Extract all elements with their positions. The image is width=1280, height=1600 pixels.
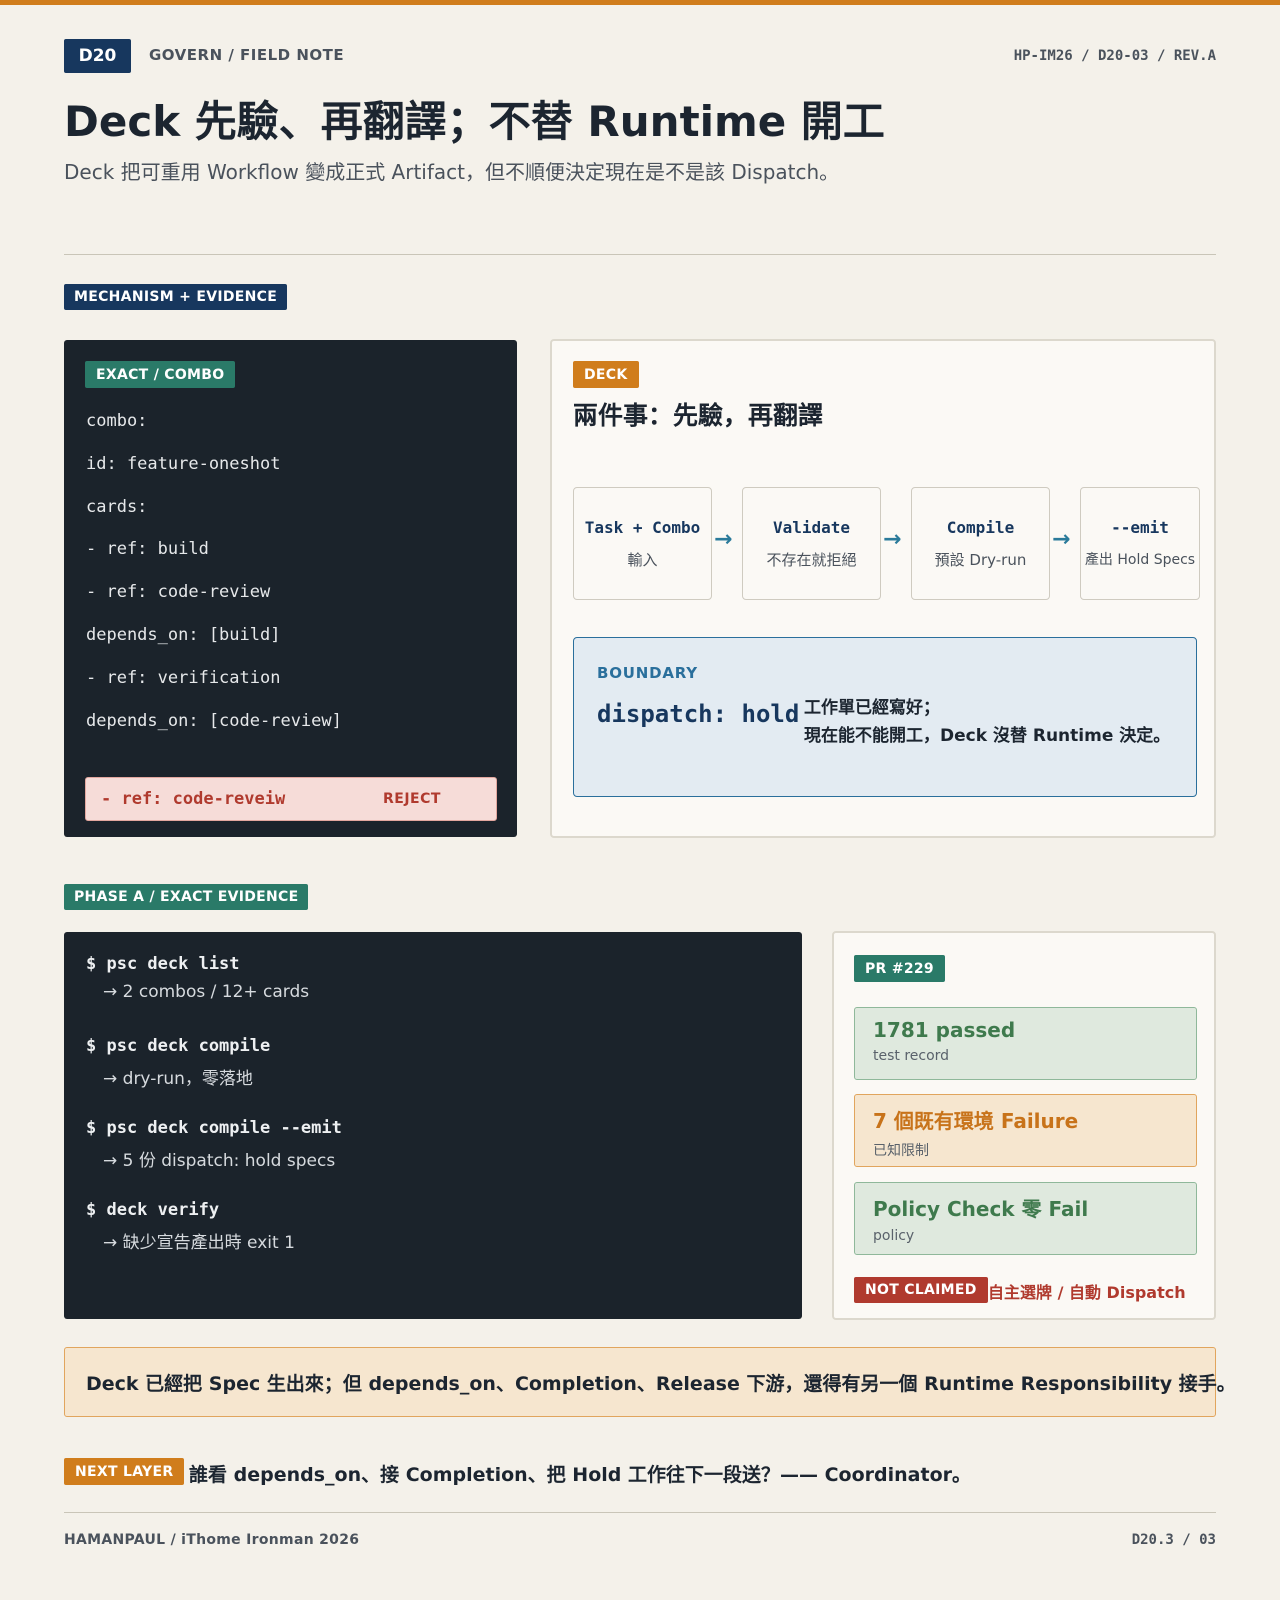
flow-step-emit: --emit 產出 Hold Specs xyxy=(1080,487,1200,600)
terminal-command: $ psc deck compile --emit xyxy=(86,1118,342,1138)
page-title: Deck 先驗、再翻譯；不替 Runtime 開工 xyxy=(64,97,885,146)
flow-step-compile: Compile 預設 Dry-run xyxy=(911,487,1050,600)
code-line: - ref: code-review xyxy=(86,582,271,603)
terminal-output: → 2 combos / 12+ cards xyxy=(103,982,310,1002)
pr-panel: PR #229 1781 passed test record 7 個既有環境 … xyxy=(832,931,1216,1320)
divider xyxy=(64,254,1216,255)
terminal-command: $ deck verify xyxy=(86,1200,220,1220)
terminal-command: $ psc deck list xyxy=(86,954,240,974)
flow-step-name: Compile xyxy=(946,517,1015,537)
summary-text: Deck 已經把 Spec 生出來；但 depends_on、Completio… xyxy=(86,1372,1236,1395)
flow-step-task: Task + Combo 輸入 xyxy=(573,487,712,600)
terminal-entry: $ deck verify → 缺少宣告產出時 exit 1 xyxy=(86,1200,295,1253)
boundary-text: 工作單已經寫好； 現在能不能開工，Deck 沒替 Runtime 決定。 xyxy=(804,694,1170,750)
doc-id: HP-IM26 / D20-03 / REV.A xyxy=(1013,48,1216,64)
section-label: GOVERN / FIELD NOTE xyxy=(149,46,345,64)
reject-box: - ref: code-reveiw REJECT xyxy=(85,777,497,821)
pr-card-sub: test record xyxy=(873,1048,950,1064)
pr-card-policy: Policy Check 零 Fail policy xyxy=(854,1182,1197,1255)
code-line: cards: xyxy=(86,496,148,517)
boundary-box: BOUNDARY dispatch: hold 工作單已經寫好； 現在能不能開工… xyxy=(573,637,1197,797)
code-line: - ref: verification xyxy=(86,667,281,688)
boundary-label: BOUNDARY xyxy=(597,664,698,682)
terminal-output: → 5 份 dispatch: hold specs xyxy=(103,1151,336,1171)
terminal-entry: $ psc deck compile → dry-run，零落地 xyxy=(86,1036,270,1089)
combo-code-panel: EXACT / COMBO combo: id: feature-oneshot… xyxy=(64,340,517,837)
flow-step-name: Task + Combo xyxy=(584,517,701,537)
divider xyxy=(64,1512,1216,1513)
footer-page: D20.3 / 03 xyxy=(1131,1532,1216,1548)
boundary-code: dispatch: hold xyxy=(597,700,800,728)
page-subtitle: Deck 把可重用 Workflow 變成正式 Artifact，但不順便決定現… xyxy=(64,160,840,184)
flow-step-sub: 不存在就拒絕 xyxy=(766,550,857,569)
arrow-right-icon: → xyxy=(714,527,733,552)
boundary-line: 工作單已經寫好； xyxy=(804,698,940,718)
terminal-output: → 缺少宣告產出時 exit 1 xyxy=(103,1233,295,1253)
next-layer-text: 誰看 depends_on、接 Completion、把 Hold 工作往下一段… xyxy=(189,1464,971,1486)
terminal-command: $ psc deck compile xyxy=(86,1036,271,1056)
section-tag-mechanism: MECHANISM + EVIDENCE xyxy=(64,284,288,310)
day-badge: D20 xyxy=(64,39,131,73)
code-line: - ref: build xyxy=(86,539,209,560)
terminal-panel: $ psc deck list → 2 combos / 12+ cards $… xyxy=(64,932,802,1319)
pr-card-title: Policy Check 零 Fail xyxy=(873,1197,1089,1221)
pr-tag: PR #229 xyxy=(854,955,945,982)
code-line: depends_on: [code-review] xyxy=(86,710,342,731)
boundary-line: 現在能不能開工，Deck 沒替 Runtime 決定。 xyxy=(804,726,1171,746)
flow-step-name: Validate xyxy=(772,517,851,537)
summary-callout: Deck 已經把 Spec 生出來；但 depends_on、Completio… xyxy=(64,1347,1236,1417)
terminal-entry: $ psc deck list → 2 combos / 12+ cards xyxy=(86,954,309,1002)
top-accent-bar xyxy=(0,0,1280,5)
flow-step-sub: 產出 Hold Specs xyxy=(1084,552,1196,568)
terminal-entry: $ psc deck compile --emit → 5 份 dispatch… xyxy=(86,1118,342,1171)
next-layer-tag: NEXT LAYER xyxy=(64,1458,185,1485)
deck-tag: DECK xyxy=(573,361,639,388)
arrow-right-icon: → xyxy=(883,527,902,552)
code-line: id: feature-oneshot xyxy=(86,453,281,474)
section-tag-phase-a: PHASE A / EXACT EVIDENCE xyxy=(64,884,309,910)
flow-step-name: --emit xyxy=(1111,518,1169,537)
deck-panel: DECK 兩件事：先驗，再翻譯 Task + Combo 輸入 → Valida… xyxy=(550,339,1216,838)
pr-card-sub: policy xyxy=(873,1228,915,1244)
terminal-output: → dry-run，零落地 xyxy=(103,1069,253,1089)
arrow-right-icon: → xyxy=(1052,527,1071,552)
flow-step-validate: Validate 不存在就拒絕 xyxy=(742,487,881,600)
not-claimed-tag: NOT CLAIMED xyxy=(854,1277,988,1303)
deck-title: 兩件事：先驗，再翻譯 xyxy=(573,401,824,430)
footer-credit: HAMANPAUL / iThome Ironman 2026 xyxy=(64,1532,360,1548)
reject-code: - ref: code-reveiw xyxy=(101,789,286,809)
pr-card-title: 1781 passed xyxy=(873,1018,1016,1042)
pr-card-sub: 已知限制 xyxy=(873,1143,929,1159)
code-line: combo: xyxy=(86,411,148,431)
flow-step-sub: 預設 Dry-run xyxy=(934,550,1027,569)
pr-card-failures: 7 個既有環境 Failure 已知限制 xyxy=(854,1094,1197,1167)
not-claimed-text: 自主選牌 / 自動 Dispatch xyxy=(988,1283,1186,1302)
pr-card-title: 7 個既有環境 Failure xyxy=(873,1109,1079,1133)
code-line: depends_on: [build] xyxy=(86,624,281,645)
code-panel-tag: EXACT / COMBO xyxy=(85,361,236,388)
flow-step-sub: 輸入 xyxy=(627,550,658,569)
reject-label: REJECT xyxy=(383,791,441,807)
code-lines: combo: id: feature-oneshot cards: - ref:… xyxy=(86,410,342,752)
pr-card-tests: 1781 passed test record xyxy=(854,1007,1197,1080)
